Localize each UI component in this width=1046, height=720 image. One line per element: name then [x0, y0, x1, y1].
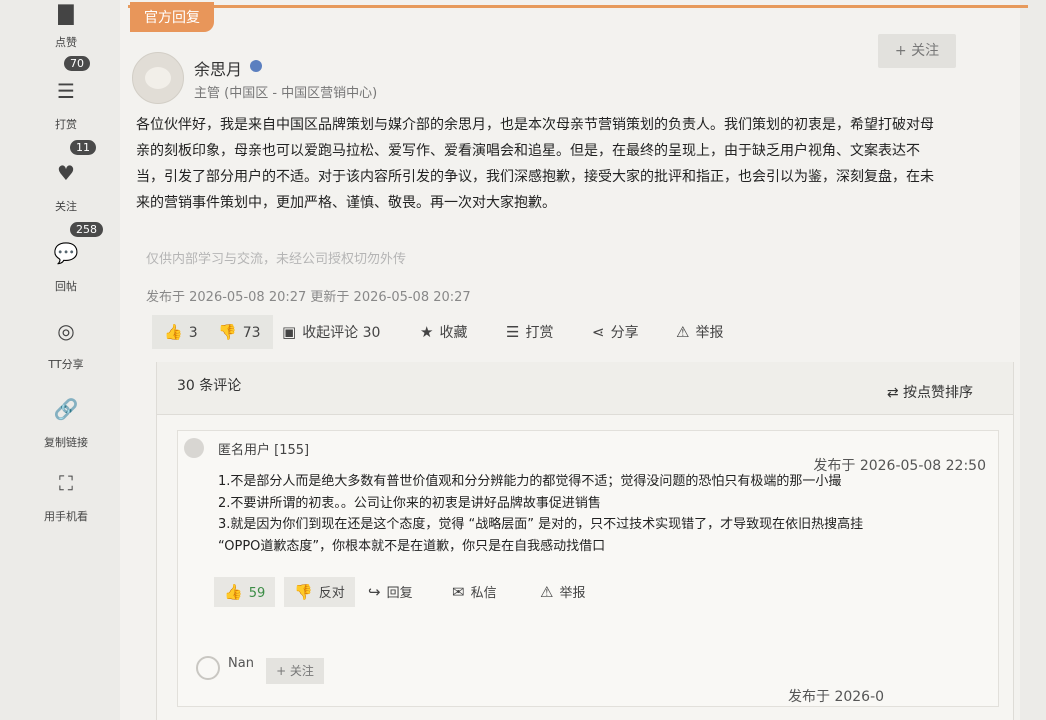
- commenter-name[interactable]: 匿名用户 [155]: [218, 439, 309, 458]
- report-button[interactable]: ⚠ 举报: [676, 315, 723, 349]
- disclaimer: 仅供内部学习与交流，未经公司授权切勿外传: [146, 252, 407, 267]
- sidebar-item-label: 点赞: [55, 36, 77, 49]
- tip-label: 打赏: [525, 325, 554, 341]
- dislike-button[interactable]: 👎 73: [206, 315, 273, 349]
- sidebar-item-label: 打赏: [55, 118, 77, 131]
- mail-icon: ✉: [452, 583, 465, 601]
- document-icon: ▇: [58, 1, 74, 25]
- share-icon: ⋖: [592, 323, 605, 341]
- comment-message-label: 私信: [470, 586, 497, 601]
- warning-icon: ⚠: [676, 323, 690, 341]
- collapse-comments-label: 收起评论 30: [302, 325, 381, 341]
- tip-button[interactable]: ☰ 打赏: [506, 315, 553, 349]
- like-count-badge: 70: [64, 56, 90, 71]
- post-body-line: 来的营销事件策划中，更加严格、谨慎、敬畏。再一次对大家抱歉。: [136, 195, 556, 211]
- heart-icon: ♥: [57, 161, 75, 185]
- comment-line: “OPPO道歉态度”，你根本就不是在道歉，你只是在自我感动找借口: [218, 538, 606, 554]
- post-body: 各位伙伴好，我是来自中国区品牌策划与媒介部的余思月，也是本次母亲节营销策划的负责…: [136, 112, 1016, 216]
- comment-reply-label: 回复: [386, 586, 413, 601]
- sidebar-item-label: TT分享: [48, 358, 84, 371]
- sidebar-item-share[interactable]: ◎ TT分享: [36, 318, 96, 372]
- report-label: 举报: [695, 325, 724, 341]
- author-avatar[interactable]: [132, 52, 184, 104]
- commenter-avatar[interactable]: [184, 438, 204, 458]
- comment-like-button[interactable]: 👍 59: [214, 577, 276, 607]
- sidebar-item-label: 关注: [55, 200, 77, 213]
- like-button[interactable]: 👍 3: [152, 315, 210, 349]
- sidebar-item-like[interactable]: 点赞: [36, 34, 96, 50]
- share-button[interactable]: ⋖ 分享: [592, 315, 639, 349]
- share-circle-icon: ◎: [57, 319, 75, 343]
- sort-by-likes-button[interactable]: ⇄ 按点赞排序: [887, 382, 973, 402]
- thumb-down-icon: 👎: [218, 323, 237, 341]
- swap-icon: ⇄: [886, 385, 903, 401]
- post-body-line: 当，引发了部分用户的不适。对于该内容所引发的争议，我们深感抱歉，接受大家的批评和…: [136, 169, 934, 185]
- comment-report-label: 举报: [559, 586, 586, 601]
- comments-header: 30 条评论 ⇄ 按点赞排序: [157, 362, 1013, 415]
- coin-icon: ☰: [506, 323, 520, 341]
- author-role: 主管 (中国区 - 中国区营销中心): [194, 86, 378, 101]
- comment-message-button[interactable]: ✉ 私信: [452, 577, 497, 607]
- thumb-down-icon: 👎: [294, 583, 313, 601]
- thumb-up-icon: 👍: [224, 583, 243, 601]
- post-body-line: 各位伙伴好，我是来自中国区品牌策划与媒介部的余思月，也是本次母亲节营销策划的负责…: [136, 117, 934, 133]
- comment-count: 30 条评论: [177, 378, 242, 394]
- collapse-comments-button[interactable]: ▣ 收起评论 30: [282, 315, 380, 349]
- sidebar-item-label: 回帖: [55, 280, 77, 293]
- sidebar-item-mobile[interactable]: ⛶ 用手机看: [36, 470, 96, 524]
- tip-count-badge: 11: [70, 140, 96, 155]
- follow-button[interactable]: + 关注: [878, 34, 956, 68]
- comment-reply-button[interactable]: ↪ 回复: [368, 577, 413, 607]
- comment-oppose-button[interactable]: 👎 反对: [284, 577, 355, 607]
- sidebar-item-label: 用手机看: [44, 510, 88, 523]
- author-name[interactable]: 余思月: [194, 56, 242, 80]
- next-commenter-avatar[interactable]: [196, 656, 220, 680]
- star-icon: ★: [420, 323, 434, 341]
- warning-icon: ⚠: [540, 583, 554, 601]
- comment-line: 1.不是部分人而是绝大多数有普世价值观和分分辨能力的都觉得不适；觉得没问题的恐怕…: [218, 474, 842, 489]
- tag-divider: [128, 5, 1028, 8]
- comment-oppose-label: 反对: [318, 586, 345, 601]
- post-meta: 发布于 2026-05-08 20:27 更新于 2026-05-08 20:2…: [146, 290, 471, 305]
- comment-body: 1.不是部分人而是绝大多数有普世价值观和分分辨能力的都觉得不适；觉得没问题的恐怕…: [218, 471, 998, 557]
- verified-icon: [250, 60, 262, 72]
- favorite-button[interactable]: ★ 收藏: [420, 315, 467, 349]
- next-commenter-name[interactable]: Nan: [228, 656, 254, 671]
- comment-like-count: 59: [248, 586, 266, 601]
- sort-label: 按点赞排序: [903, 385, 973, 401]
- sidebar-item-reply[interactable]: 💬 回帖: [36, 240, 96, 294]
- official-reply-tag: 官方回复: [130, 2, 214, 32]
- sidebar-item-follow[interactable]: ♥ 关注: [36, 160, 96, 214]
- sidebar-item-copy-link[interactable]: 🔗 复制链接: [36, 396, 96, 450]
- share-label: 分享: [610, 325, 639, 341]
- scan-icon: ⛶: [59, 471, 73, 495]
- favorite-label: 收藏: [439, 325, 468, 341]
- coin-icon: ☰: [57, 79, 75, 103]
- link-icon: 🔗: [53, 397, 79, 421]
- like-count: 3: [188, 325, 198, 341]
- comment-box-icon: ▣: [282, 323, 297, 341]
- left-sidebar: ▇ 点赞 70 ☰ 打赏 11 ♥ 关注 258 💬 回帖 ◎ TT分享 🔗 复…: [0, 0, 120, 720]
- next-follow-button[interactable]: + 关注: [266, 658, 324, 684]
- comment-report-button[interactable]: ⚠ 举报: [540, 577, 585, 607]
- sidebar-item-label: 复制链接: [44, 436, 88, 449]
- follow-count-badge: 258: [70, 222, 103, 237]
- reply-icon: ↪: [368, 583, 381, 601]
- sidebar-item-tip[interactable]: ☰ 打赏: [36, 78, 96, 132]
- thumb-up-icon: 👍: [164, 323, 183, 341]
- post-body-line: 亲的刻板印象，母亲也可以爱跑马拉松、爱写作、爱看演唱会和追星。但是，在最终的呈现…: [136, 143, 920, 159]
- comment-line: 3.就是因为你们到现在还是这个态度，觉得 “战略层面” 是对的，只不过技术实现错…: [218, 517, 864, 532]
- dislike-count: 73: [242, 325, 261, 341]
- sidebar-top-icon: ▇: [36, 0, 96, 26]
- next-comment-date: 发布于 2026-0: [788, 689, 885, 705]
- comment-line: 2.不要讲所谓的初衷。。公司让你来的初衷是讲好品牌故事促进销售: [218, 495, 601, 511]
- comment-icon: 💬: [53, 241, 79, 265]
